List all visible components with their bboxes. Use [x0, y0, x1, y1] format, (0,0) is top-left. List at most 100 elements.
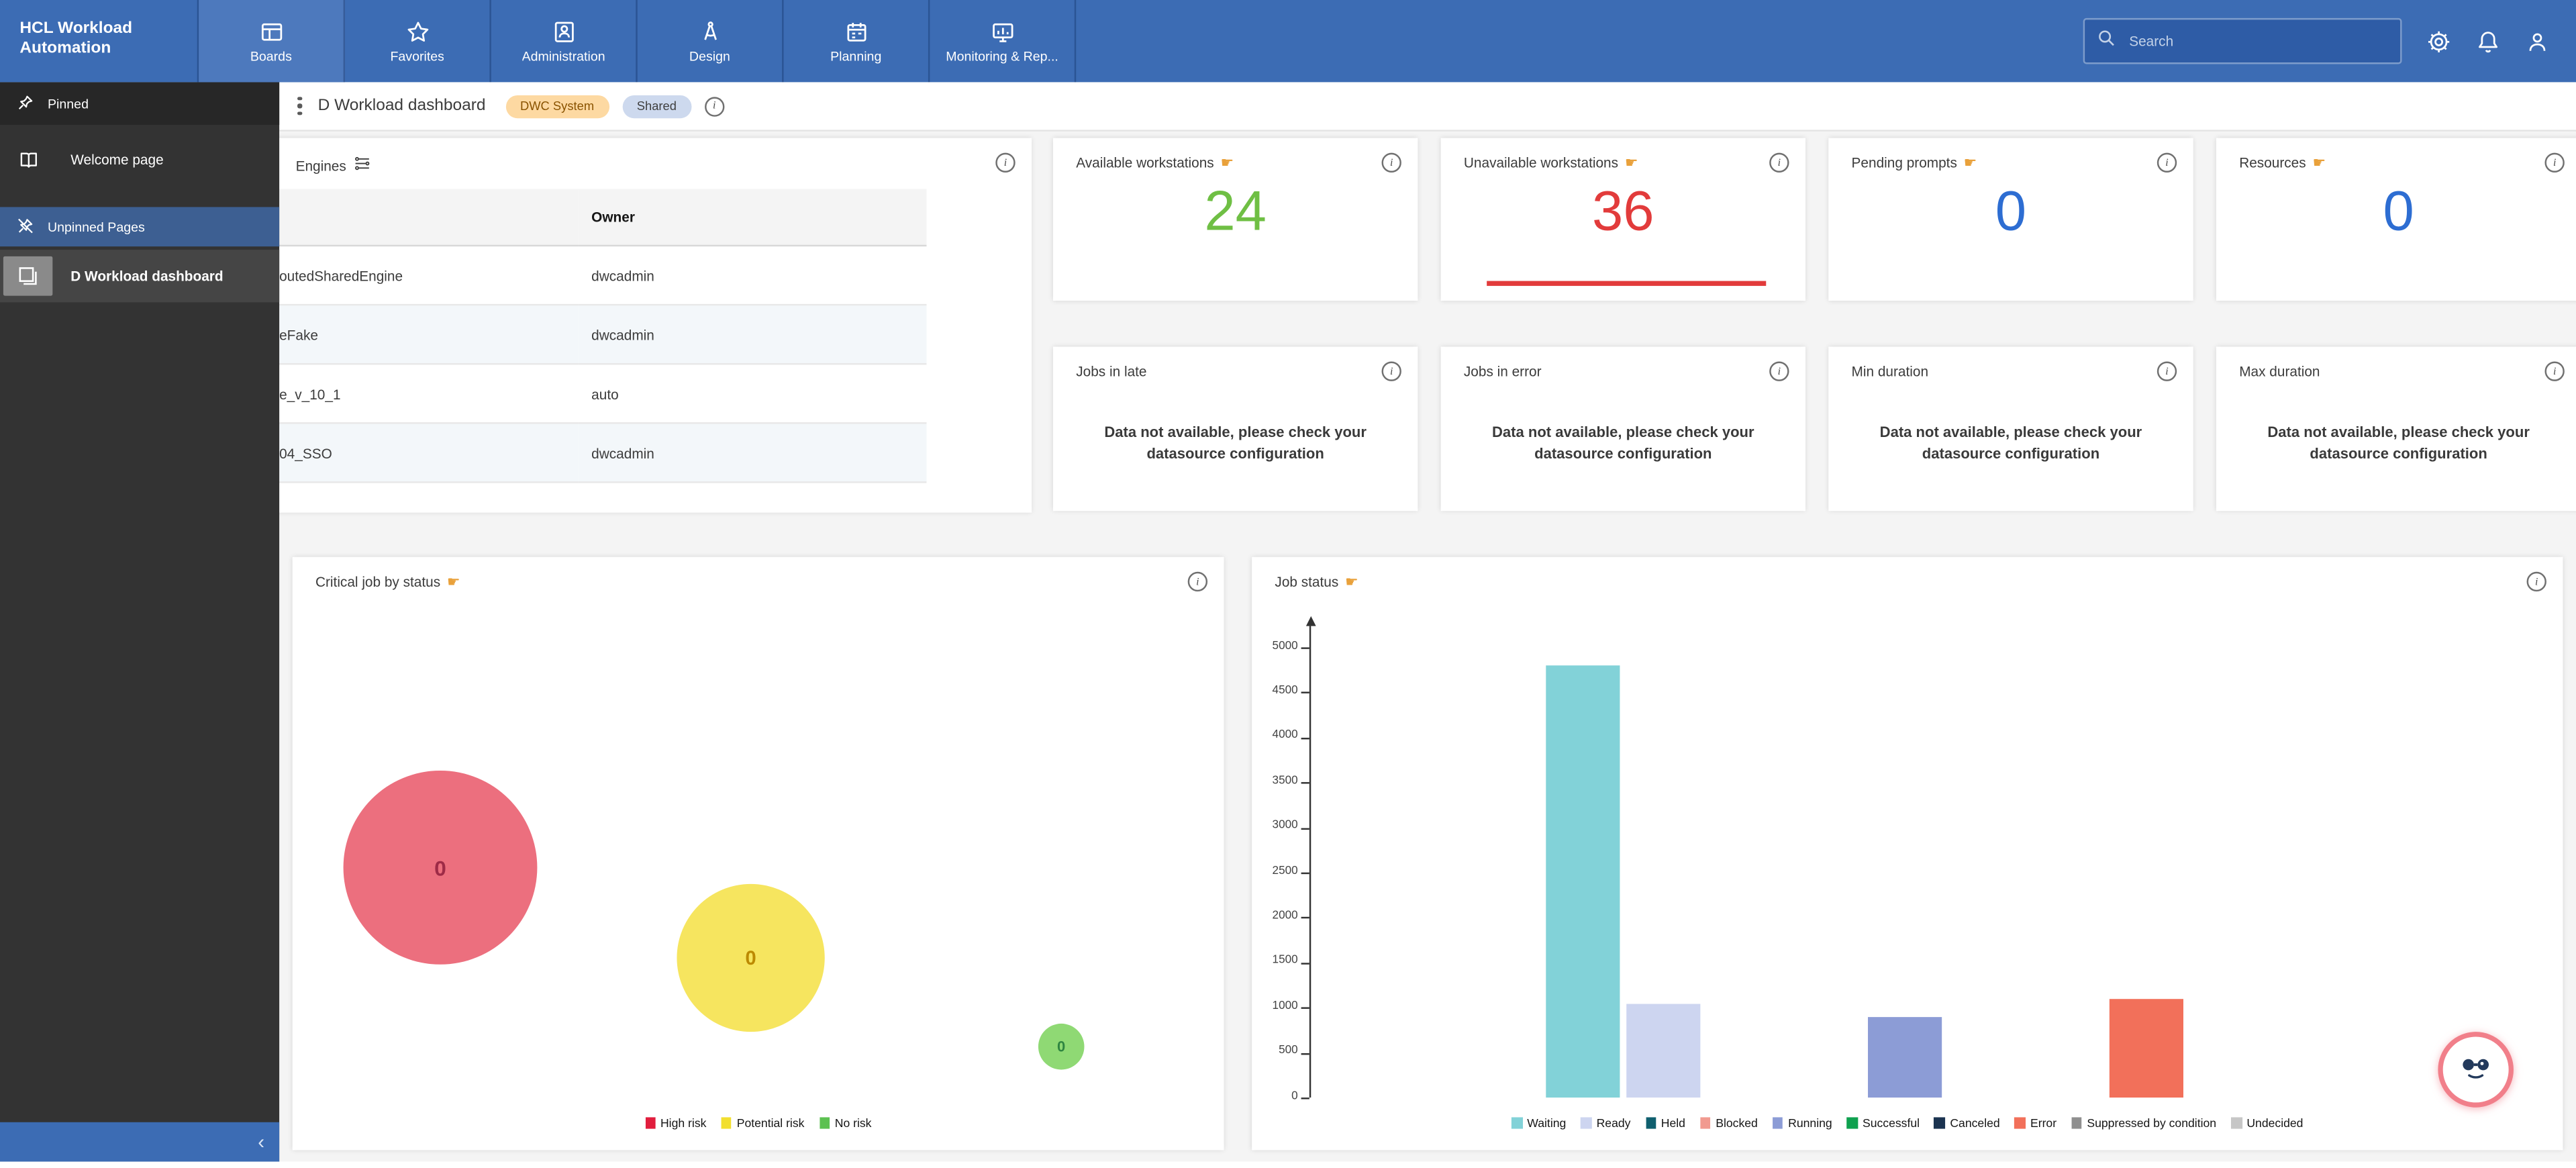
kpi-card-title: Min duration: [1828, 346, 2193, 379]
app-logo[interactable]: HCL Workload Automation: [0, 0, 197, 82]
page-header-bar: D Workload dashboard DWC System Shared i: [279, 82, 2576, 131]
jobs-in-late-card: Jobs in late i Data not available, pleas…: [1053, 346, 1418, 511]
available-workstations-card: Available workstations☛ i 24: [1053, 138, 1418, 301]
card-info-icon[interactable]: i: [2157, 153, 2177, 173]
settings-gear-icon[interactable]: [2426, 29, 2451, 54]
bar-waiting: [1546, 665, 1620, 1098]
engine-row[interactable]: eFake dwcadmin: [273, 305, 926, 364]
legend-swatch: [721, 1118, 732, 1128]
kpi-title-text: Resources: [2239, 154, 2306, 171]
card-info-icon[interactable]: i: [1769, 361, 1789, 381]
sidebar-item-workload-dashboard[interactable]: D Workload dashboard: [0, 250, 279, 302]
legend-item: Canceled: [1934, 1116, 2000, 1130]
engines-icon: [353, 154, 371, 176]
pending-prompts-card: Pending prompts☛ i 0: [1828, 138, 2193, 301]
no-data-message: Data not available, please check your da…: [1073, 422, 1398, 465]
y-tick-label: 2000: [1252, 910, 1298, 922]
no-data-message: Data not available, please check your da…: [1848, 422, 2174, 465]
pinned-section-header[interactable]: Pinned: [0, 82, 279, 125]
legend-item: Waiting: [1512, 1116, 1566, 1130]
sidebar-collapse-bar[interactable]: ‹: [0, 1122, 279, 1162]
user-account-icon[interactable]: [2525, 29, 2550, 54]
kpi-title-text: Jobs in late: [1076, 363, 1146, 379]
jobs-in-error-card: Jobs in error i Data not available, plea…: [1441, 346, 1805, 511]
engine-row[interactable]: e_v_10_1 auto: [273, 364, 926, 423]
card-info-icon[interactable]: i: [2544, 361, 2564, 381]
card-info-icon[interactable]: i: [1382, 361, 1401, 381]
engine-row[interactable]: outedSharedEngine dwcadmin: [273, 246, 926, 305]
screen: HCL Workload Automation Boards Favorites…: [0, 0, 2576, 1168]
unavailable-underline: [1487, 281, 1766, 286]
nav-tab-boards[interactable]: Boards: [199, 0, 345, 82]
legend-swatch: [1934, 1118, 1945, 1128]
engine-name-cell: eFake: [273, 305, 578, 364]
job-status-legend: WaitingReadyHeldBlockedRunningSuccessful…: [1252, 1116, 2563, 1130]
resources-value[interactable]: 0: [2216, 181, 2576, 244]
bubble-high-risk: 0: [344, 771, 538, 965]
unavailable-workstations-value[interactable]: 36: [1441, 181, 1805, 244]
y-tick-label: 3000: [1252, 820, 1298, 832]
y-tick: [1301, 918, 1309, 919]
engines-card-title: Engines: [273, 138, 1032, 176]
pending-prompts-value[interactable]: 0: [1828, 181, 2193, 244]
nav-tab-label: Planning: [830, 48, 881, 63]
engine-name-column-header[interactable]: [273, 189, 578, 245]
unpinned-section-header[interactable]: Unpinned Pages: [0, 207, 279, 246]
kpi-card-title: Resources☛: [2216, 138, 2576, 171]
engine-row[interactable]: 04_SSO dwcadmin: [273, 423, 926, 482]
chatbot-button[interactable]: [2438, 1032, 2514, 1108]
min-duration-card: Min duration i Data not available, pleas…: [1828, 346, 2193, 511]
nav-tab-planning[interactable]: Planning: [784, 0, 930, 82]
bottom-strip: [0, 1162, 2576, 1168]
notifications-bell-icon[interactable]: [2476, 29, 2501, 54]
unpinned-label: Unpinned Pages: [48, 220, 145, 234]
engines-info-icon[interactable]: i: [995, 153, 1015, 173]
monitoring-icon: [990, 19, 1015, 44]
shared-badge: Shared: [622, 95, 691, 117]
bar-error: [2110, 998, 2183, 1098]
engines-header-row: Owner: [273, 189, 926, 245]
critical-job-by-status-card: Critical job by status ☛ i 000 High risk…: [293, 557, 1224, 1151]
critical-legend: High riskPotential riskNo risk: [293, 1116, 1224, 1130]
card-info-icon[interactable]: i: [1769, 153, 1789, 173]
nav-tab-monitoring[interactable]: Monitoring & Rep...: [930, 0, 1076, 82]
shared-info-icon[interactable]: i: [705, 96, 724, 115]
search-box: [2083, 18, 2402, 64]
legend-item: Suppressed by condition: [2071, 1116, 2216, 1130]
card-info-icon[interactable]: i: [2544, 153, 2564, 173]
card-info-icon[interactable]: i: [2157, 361, 2177, 381]
resources-card: Resources☛ i 0: [2216, 138, 2576, 301]
dashboard-stack-icon: [0, 256, 56, 296]
nav-tab-favorites[interactable]: Favorites: [345, 0, 491, 82]
design-icon: [697, 19, 722, 44]
kpi-card-title: Available workstations☛: [1053, 138, 1418, 171]
sidebar-item-welcome-page[interactable]: Welcome page: [0, 135, 279, 184]
card-info-icon[interactable]: i: [1382, 153, 1401, 173]
owner-column-header[interactable]: Owner: [579, 189, 927, 245]
kpi-title-text: Min duration: [1852, 363, 1929, 379]
primary-nav: Boards Favorites Administration Design P…: [197, 0, 1077, 82]
critical-bubble-area: 000: [293, 557, 1224, 1151]
available-workstations-value[interactable]: 24: [1053, 181, 1418, 244]
nav-tab-administration[interactable]: Administration: [491, 0, 638, 82]
pin-icon: [16, 93, 34, 114]
engine-name-cell: 04_SSO: [273, 423, 578, 482]
pointer-icon: ☛: [1221, 155, 1234, 170]
star-icon: [405, 19, 430, 44]
nav-tab-design[interactable]: Design: [638, 0, 784, 82]
sidebar-item-label: D Workload dashboard: [70, 268, 223, 284]
engines-title-text: Engines: [296, 157, 346, 173]
engine-owner-cell: dwcadmin: [579, 423, 927, 482]
legend-swatch: [1645, 1118, 1656, 1128]
kpi-title-text: Jobs in error: [1464, 363, 1542, 379]
search-input[interactable]: [2126, 32, 2362, 51]
y-tick: [1301, 738, 1309, 739]
no-data-message: Data not available, please check your da…: [1460, 422, 1786, 465]
kebab-menu-icon[interactable]: [294, 93, 305, 119]
legend-swatch: [2015, 1118, 2026, 1128]
job-status-card: Job status ☛ i 0500100015002000250030003…: [1252, 557, 2563, 1151]
legend-swatch: [1512, 1118, 1522, 1128]
legend-item: Successful: [1847, 1116, 1920, 1130]
dwc-system-badge: DWC System: [505, 95, 609, 117]
y-axis: [1309, 626, 1311, 1098]
